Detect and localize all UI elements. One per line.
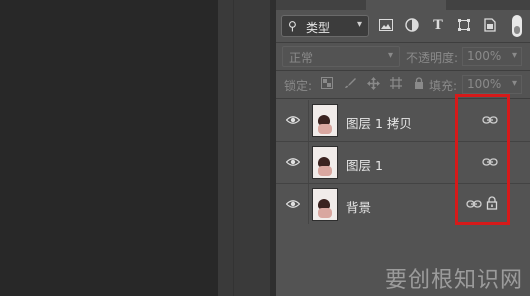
visibility-eye-icon[interactable]: [286, 156, 300, 168]
tool-gutter: [218, 0, 276, 296]
smart-object-filter-icon[interactable]: [482, 17, 498, 33]
opacity-label: 不透明度:: [406, 51, 459, 65]
document-canvas: [0, 0, 218, 296]
lock-label: 锁定:: [284, 79, 313, 93]
row-divider: [308, 142, 309, 183]
lock-all-icon[interactable]: [412, 76, 426, 90]
lock-pixels-brush-icon[interactable]: [343, 76, 357, 90]
chevron-down-icon: ▾: [511, 50, 517, 61]
divider: [276, 42, 530, 43]
opacity-value: 100%: [467, 49, 502, 63]
lock-transparent-icon[interactable]: [320, 76, 334, 90]
chevron-down-icon: ▾: [387, 50, 393, 61]
shape-filter-icon[interactable]: [456, 17, 472, 33]
fill-label: 填充:: [429, 79, 458, 93]
opacity-field[interactable]: 100% ▾: [462, 47, 522, 66]
layer-name[interactable]: 背景: [346, 197, 371, 216]
search-icon: ⚲: [288, 19, 297, 33]
row-divider: [308, 184, 309, 225]
fill-field[interactable]: 100% ▾: [462, 75, 522, 94]
blend-mode-select[interactable]: 正常 ▾: [282, 46, 400, 67]
fill-value: 100%: [467, 77, 502, 91]
filter-bar: ⚲ 类型 ▾ T: [276, 12, 530, 42]
layer-thumbnail: [312, 104, 338, 137]
gutter-divider: [233, 0, 234, 296]
chevron-down-icon: ▾: [356, 19, 362, 30]
filter-type-select[interactable]: ⚲ 类型 ▾: [281, 15, 369, 37]
blend-row: 正常 ▾ 不透明度: 100% ▾: [276, 44, 530, 70]
blend-mode-value: 正常: [289, 51, 314, 65]
annotation-highlight-box: [455, 94, 510, 225]
visibility-eye-icon[interactable]: [286, 114, 300, 126]
visibility-eye-icon[interactable]: [286, 198, 300, 210]
layer-thumbnail: [312, 146, 338, 179]
type-filter-icon[interactable]: T: [430, 17, 446, 33]
filter-type-label: 类型: [306, 21, 331, 35]
lock-artboard-icon[interactable]: [389, 76, 403, 90]
image-filter-icon[interactable]: [378, 17, 394, 33]
layer-thumbnail: [312, 188, 338, 221]
lock-position-move-icon[interactable]: [366, 76, 380, 90]
adjustment-filter-icon[interactable]: [404, 17, 420, 33]
lock-row: 锁定: 填充: 100% ▾: [276, 72, 530, 96]
chevron-down-icon: ▾: [511, 78, 517, 89]
watermark-text: 要创根知识网: [385, 268, 524, 293]
layer-name[interactable]: 图层 1: [346, 155, 383, 174]
layer-name[interactable]: 图层 1 拷贝: [346, 113, 412, 132]
panel-tab-layers[interactable]: [366, 0, 446, 10]
panel-tab-strip: [276, 0, 530, 10]
row-divider: [308, 100, 309, 141]
divider: [276, 70, 530, 71]
filter-toggle[interactable]: [512, 15, 522, 37]
